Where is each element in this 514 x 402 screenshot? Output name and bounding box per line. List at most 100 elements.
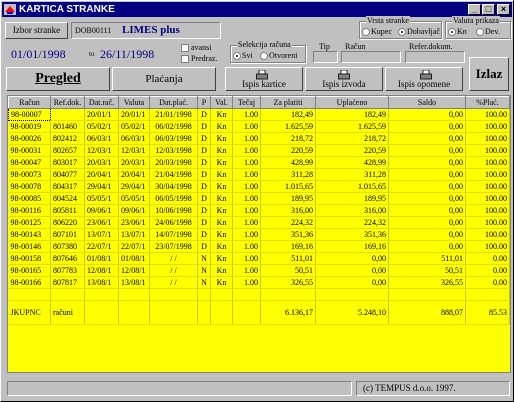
column-header[interactable]: Uplaćeno bbox=[315, 96, 389, 109]
column-header[interactable]: %Plać. bbox=[465, 96, 510, 109]
table-row[interactable]: 98-00019 801460 05/02/1 05/02/1 06/02/1998 D K… bbox=[8, 120, 510, 133]
table-cell: 801460 bbox=[50, 120, 85, 133]
table-cell: N bbox=[197, 252, 211, 265]
table-cell: 189,95 bbox=[260, 192, 316, 205]
column-header[interactable]: Za platiti bbox=[260, 96, 316, 109]
client-field[interactable]: DOB00111 LIMES plus bbox=[71, 22, 221, 39]
column-header[interactable]: Dat.plać. bbox=[149, 96, 198, 109]
table-cell: 20/03/1 bbox=[84, 156, 119, 169]
table-cell: 0.00 bbox=[465, 276, 510, 289]
table-row[interactable]: 98-00143 807101 13/07/1 13/07/1 14/07/1998 D K… bbox=[8, 228, 510, 241]
column-header[interactable]: Valuta bbox=[118, 96, 150, 109]
date-to[interactable]: 26/11/1998 bbox=[100, 47, 154, 62]
table-row[interactable]: JKUPNC računi 6.136,17 5.248,10 888,07 85.53 bbox=[8, 300, 510, 325]
table-cell: D bbox=[197, 216, 211, 229]
column-header[interactable]: Ref.dok. bbox=[50, 96, 85, 109]
column-header[interactable]: Saldo bbox=[388, 96, 466, 109]
table-cell bbox=[84, 288, 119, 301]
table-cell: 98-00078 bbox=[8, 180, 51, 193]
ispis-izvoda-button[interactable]: Ispis izvoda bbox=[305, 67, 383, 91]
table-row[interactable] bbox=[8, 288, 510, 301]
table-cell: Kn bbox=[210, 264, 233, 277]
table-cell: 23/06/1 bbox=[118, 216, 150, 229]
table-row[interactable]: 98-00073 804077 20/04/1 20/04/1 21/04/1998 D K… bbox=[8, 168, 510, 181]
maximize-button[interactable]: □ bbox=[482, 4, 495, 15]
dobavljac-radio[interactable]: Dobavljač bbox=[398, 27, 440, 37]
table-cell: 50,51 bbox=[388, 264, 466, 277]
table-cell: 511,01 bbox=[260, 252, 316, 265]
table-cell bbox=[232, 288, 261, 301]
table-row[interactable]: 98-00031 802657 12/03/1 12/03/1 12/03/1998 D K… bbox=[8, 144, 510, 157]
izlaz-button[interactable]: Izlaz bbox=[469, 57, 509, 91]
table-cell: 05/02/1 bbox=[84, 120, 119, 133]
dev-radio[interactable]: Dev. bbox=[476, 27, 500, 37]
avansi-checkbox[interactable]: avansi bbox=[181, 43, 211, 53]
table-cell: 98-00116 bbox=[8, 204, 51, 217]
predraz-checkbox[interactable]: Predraz. bbox=[181, 54, 217, 64]
table-cell: računi bbox=[50, 300, 85, 325]
table-row[interactable]: 98-00007 20/01/1 20/01/1 21/01/1998 D Kn 1.00 1… bbox=[8, 108, 510, 121]
valuta-prikaza-label: Valuta prikaza bbox=[452, 16, 500, 25]
table-row[interactable]: 98-00165 807783 12/08/1 12/08/1 / / N Kn 1.00 5… bbox=[8, 264, 510, 277]
svi-radio[interactable]: Svi bbox=[233, 51, 253, 61]
table-row[interactable]: 98-00085 804524 05/05/1 05/05/1 06/05/1998 D K… bbox=[8, 192, 510, 205]
table-cell: 100.00 bbox=[465, 144, 510, 157]
table-cell bbox=[8, 288, 51, 301]
izbor-stranke-button[interactable]: Izbor stranke bbox=[5, 22, 68, 39]
table-cell: Kn bbox=[210, 192, 233, 205]
table-cell: 803017 bbox=[50, 156, 85, 169]
table-cell: 05/02/1 bbox=[118, 120, 150, 133]
pregled-button[interactable]: Pregled bbox=[6, 67, 110, 91]
table-cell: 0,00 bbox=[388, 108, 466, 121]
table-row[interactable]: 98-00116 805811 09/06/1 09/06/1 10/06/1998 D K… bbox=[8, 204, 510, 217]
table-row[interactable]: 98-00047 803017 20/03/1 20/03/1 20/03/1998 D K… bbox=[8, 156, 510, 169]
table-cell: 1.015,65 bbox=[315, 180, 389, 193]
table-cell bbox=[315, 288, 389, 301]
placanja-button[interactable]: Plaćanja bbox=[112, 67, 216, 91]
table-row[interactable]: 98-00146 807380 22/07/1 22/07/1 23/07/1998 D K… bbox=[8, 240, 510, 253]
vrsta-stranke-label: Vrsta stranke bbox=[366, 16, 410, 25]
close-button[interactable]: × bbox=[497, 4, 510, 15]
minimize-button[interactable]: _ bbox=[468, 4, 481, 15]
table-cell: D bbox=[197, 204, 211, 217]
table-cell: 06/03/1 bbox=[84, 132, 119, 145]
table-cell: D bbox=[197, 156, 211, 169]
ispis-kartice-button[interactable]: Ispis kartice bbox=[225, 67, 303, 91]
kupec-radio[interactable]: Kupec bbox=[362, 27, 392, 37]
kn-radio[interactable]: Kn bbox=[448, 27, 467, 37]
data-grid[interactable]: Račun Ref.dok. Dat.rač. Valuta Dat.plać. P Val… bbox=[7, 95, 511, 373]
table-row[interactable]: 98-00166 807817 13/08/1 13/08/1 / / N Kn 1.00 3… bbox=[8, 276, 510, 289]
table-cell: 805811 bbox=[50, 204, 85, 217]
table-header: Račun Ref.dok. Dat.rač. Valuta Dat.plać. P Val… bbox=[8, 96, 510, 109]
table-cell: 1.00 bbox=[232, 108, 261, 121]
column-header[interactable]: Tečaj bbox=[232, 96, 261, 109]
refer-field[interactable] bbox=[405, 51, 465, 63]
tip-field[interactable] bbox=[313, 51, 338, 63]
table-cell: 22/07/1 bbox=[118, 240, 150, 253]
table-cell: 98-00125 bbox=[8, 216, 51, 229]
column-header[interactable]: Val. bbox=[210, 96, 233, 109]
table-cell: 06/02/1998 bbox=[149, 120, 198, 133]
table-cell: 0,00 bbox=[388, 192, 466, 205]
table-cell: / / bbox=[149, 276, 198, 289]
racun-field[interactable] bbox=[341, 51, 401, 63]
table-cell: 888,07 bbox=[388, 300, 466, 325]
ispis-opomene-button[interactable]: Ispis opomene bbox=[385, 67, 463, 91]
date-from[interactable]: 01/01/1998 bbox=[11, 47, 66, 62]
table-row[interactable]: 98-00026 802412 06/03/1 06/03/1 06/03/1998 D K… bbox=[8, 132, 510, 145]
column-header[interactable]: P bbox=[197, 96, 211, 109]
table-cell: 316,00 bbox=[315, 204, 389, 217]
table-row[interactable]: 98-00125 806220 23/06/1 23/06/1 24/06/1998 D K… bbox=[8, 216, 510, 229]
table-cell: 29/04/1 bbox=[84, 180, 119, 193]
table-cell: 1.00 bbox=[232, 192, 261, 205]
otvoreni-radio[interactable]: Otvoreni bbox=[260, 51, 297, 61]
table-cell: 807783 bbox=[50, 264, 85, 277]
column-header[interactable]: Dat.rač. bbox=[84, 96, 119, 109]
table-cell: 20/04/1 bbox=[118, 168, 150, 181]
table-cell: 12/03/1 bbox=[118, 144, 150, 157]
table-cell: 98-00085 bbox=[8, 192, 51, 205]
table-row[interactable]: 98-00158 807646 01/08/1 01/08/1 / / N Kn 1.00 5… bbox=[8, 252, 510, 265]
table-row[interactable]: 98-00078 804317 29/04/1 29/04/1 30/04/1998 D K… bbox=[8, 180, 510, 193]
column-header[interactable]: Račun bbox=[8, 96, 51, 109]
table-cell: 98-00146 bbox=[8, 240, 51, 253]
